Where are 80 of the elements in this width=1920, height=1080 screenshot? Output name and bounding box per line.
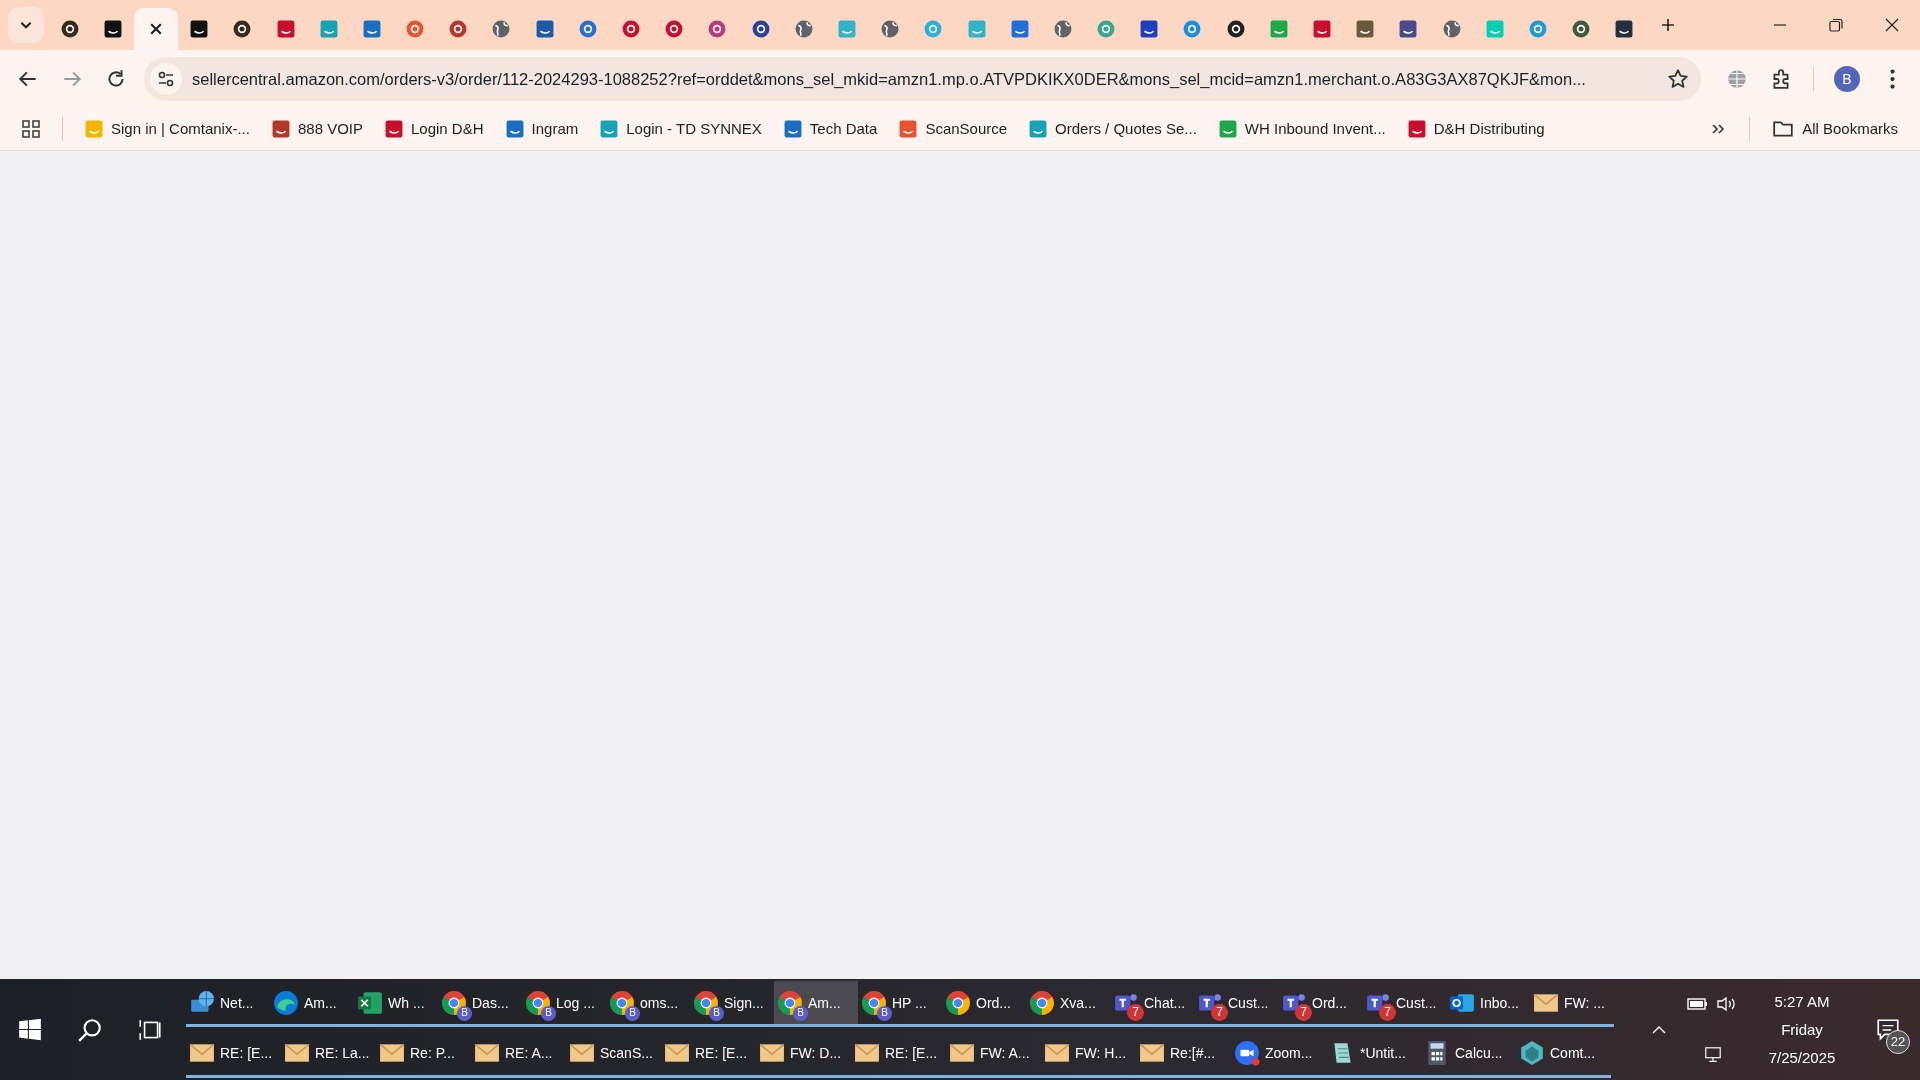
taskbar-button[interactable]: Ord...	[942, 981, 1026, 1028]
bookmark-link[interactable]: Sign in | Comtanix-...	[77, 112, 258, 145]
taskbar-button[interactable]: RE: [E...	[851, 1031, 946, 1078]
address-bar[interactable]: sellercentral.amazon.com/orders-v3/order/112-2024293-1088252?ref=orddet&mons_sel_mkid=amzn1.mp.o.ATVPDKIKX0DER&mons_sel_mcid=amzn1.merchant.o.A83G3AX87QKJF&mon...	[144, 56, 1701, 101]
minimize-icon	[1772, 24, 1788, 26]
taskbar-button[interactable]: Am...	[270, 981, 354, 1028]
plus-icon	[1659, 17, 1676, 33]
taskbar-button[interactable]: B Log ...	[522, 981, 606, 1028]
close-icon[interactable]	[149, 23, 162, 35]
notification-count: 22	[1886, 1029, 1910, 1054]
chrome-icon	[777, 989, 803, 1016]
taskbar-button[interactable]: RE: A...	[471, 1031, 566, 1078]
taskbar-button[interactable]: Inbo...	[1446, 981, 1530, 1028]
taskbar-button[interactable]: Zoom...	[1231, 1031, 1326, 1078]
notification-badge: 7	[1295, 1003, 1312, 1021]
taskbar-button[interactable]: RE: La...	[281, 1031, 376, 1078]
taskbar-button[interactable]: B Am...	[774, 981, 858, 1028]
clock-date: 7/25/2025	[1768, 1049, 1836, 1066]
taskbar-button[interactable]: B Das...	[438, 981, 522, 1028]
globe-icon	[1726, 67, 1748, 90]
taskbar-button[interactable]: 7 Cust...	[1194, 981, 1278, 1028]
chrome-icon	[861, 989, 887, 1016]
chrome-icon	[525, 989, 551, 1016]
site-info-button[interactable]	[150, 62, 182, 95]
clock-time: 5:27 AM	[1774, 993, 1830, 1010]
restore-icon	[1828, 17, 1844, 33]
taskbar-button[interactable]: B HP ...	[858, 981, 942, 1028]
chrome-icon	[609, 989, 635, 1016]
clock-day: Friday	[1781, 1021, 1823, 1038]
notification-badge: 7	[1127, 1003, 1144, 1021]
bookmark-link[interactable]: ScanSource	[891, 112, 1016, 145]
chrome-icon	[441, 989, 467, 1016]
url-text: sellercentral.amazon.com/orders-v3/order/112-2024293-1088252?ref=orddet&mons_sel_mkid=amzn1.mp.o.ATVPDKIKX0DER&mons_sel_mcid=amzn1.merchant.o.A83G3AX87QKJF&mon...	[192, 68, 1587, 90]
edge-icon	[273, 989, 299, 1016]
taskbar-button[interactable]: *Untit...	[1326, 1031, 1421, 1078]
taskbar-button[interactable]: FW: H...	[1041, 1031, 1136, 1078]
bookmark-link[interactable]: Orders / Quotes Se...	[1021, 112, 1205, 145]
taskbar-button[interactable]: ScanS...	[566, 1031, 661, 1078]
menu-dots-icon	[1889, 68, 1895, 89]
chrome-icon	[693, 989, 719, 1016]
taskbar-button[interactable]: FW: D...	[756, 1031, 851, 1078]
chrome-icon	[945, 989, 971, 1016]
spreadsheet-icon	[357, 989, 383, 1016]
search-icon	[77, 1016, 103, 1043]
chrome-icon	[1029, 989, 1055, 1016]
profile-avatar[interactable]: B	[1834, 65, 1860, 92]
bookmark-link[interactable]: WH Inbound Invent...	[1210, 112, 1394, 145]
taskbar-button[interactable]: Comt...	[1516, 1031, 1611, 1078]
taskbar-button[interactable]: Re: P...	[376, 1031, 471, 1078]
taskbar-button[interactable]: Re:[#...	[1136, 1031, 1231, 1078]
taskbar-button[interactable]: 7 Cust...	[1362, 981, 1446, 1028]
taskbar-button[interactable]: Wh ...	[354, 981, 438, 1028]
bookmark-link[interactable]: Login - TD SYNNEX	[592, 112, 770, 145]
video-camera-icon	[1234, 1040, 1260, 1067]
tab-search-button[interactable]	[8, 7, 44, 43]
windows-logo-icon	[17, 1016, 43, 1043]
hexagon-app-icon	[1519, 1040, 1545, 1067]
taskbar-button[interactable]: FW: ...	[1530, 981, 1614, 1028]
grid-icon	[21, 118, 41, 139]
star-icon	[1667, 67, 1689, 90]
taskbar-button[interactable]: FW: A...	[946, 1031, 1041, 1078]
all-bookmarks-button[interactable]: All Bookmarks	[1764, 112, 1906, 145]
taskbar-button[interactable]: B oms...	[606, 981, 690, 1028]
taskbar-button[interactable]: 7 Ord...	[1278, 981, 1362, 1028]
notification-badge: 7	[1211, 1003, 1228, 1021]
taskbar-button[interactable]: Net...	[186, 981, 270, 1028]
taskbar-button[interactable]: RE: [E...	[186, 1031, 281, 1078]
taskbar-button[interactable]: Xva...	[1026, 981, 1110, 1028]
bookmark-link[interactable]: D&H Distributing	[1399, 112, 1553, 145]
bookmark-link[interactable]: Login D&H	[377, 112, 492, 145]
bookmark-link[interactable]: Ingram	[497, 112, 587, 145]
bookmark-link[interactable]: 888 VOIP	[263, 112, 371, 145]
pinned-tab[interactable]	[134, 8, 178, 50]
taskbar-button[interactable]: Calcu...	[1421, 1031, 1516, 1078]
taskbar-button[interactable]: 7 Chat...	[1110, 981, 1194, 1028]
close-icon	[1884, 17, 1900, 33]
bookmark-link[interactable]: Tech Data	[775, 112, 886, 145]
notification-badge: 7	[1379, 1003, 1396, 1021]
taskbar-button[interactable]: RE: [E...	[661, 1031, 756, 1078]
notification-center-button[interactable]: 22	[1864, 999, 1912, 1060]
